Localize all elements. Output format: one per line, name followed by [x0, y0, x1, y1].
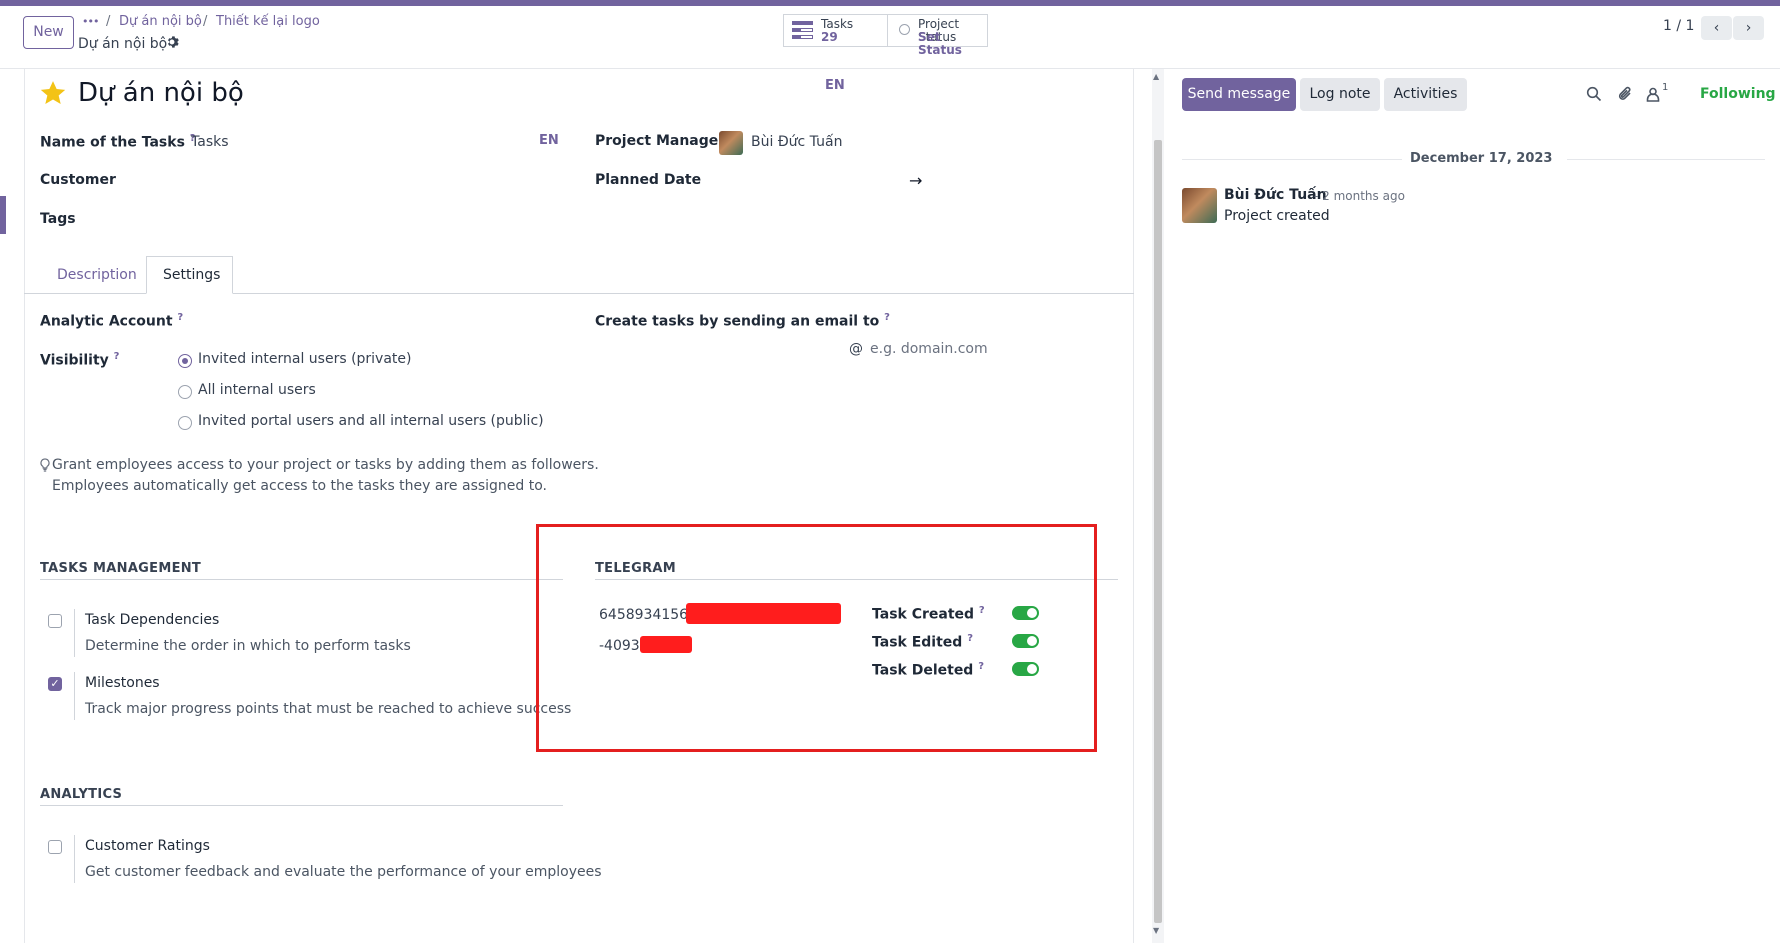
- gear-icon[interactable]: [165, 35, 179, 53]
- name-of-tasks-label: Name of the Tasks ?: [40, 133, 196, 151]
- breadcrumb-separator: /: [203, 14, 208, 29]
- visibility-hint-line1: Grant employees access to your project o…: [52, 457, 599, 473]
- section-divider: [40, 579, 563, 580]
- date-separator-line: [1567, 159, 1765, 160]
- followers-user-icon[interactable]: [1646, 87, 1660, 106]
- visibility-option-label[interactable]: All internal users: [198, 382, 316, 398]
- breadcrumb-item-project[interactable]: Dự án nội bộ: [119, 14, 202, 29]
- name-of-tasks-field[interactable]: Tasks: [191, 134, 229, 150]
- tasks-management-heading: TASKS MANAGEMENT: [40, 561, 202, 576]
- section-divider: [40, 805, 563, 806]
- following-button[interactable]: Following: [1700, 86, 1776, 102]
- task-dependencies-checkbox[interactable]: [48, 614, 62, 628]
- visibility-radio-private[interactable]: [178, 354, 192, 368]
- status-circle-icon: [899, 24, 910, 35]
- avatar[interactable]: [1182, 188, 1217, 223]
- send-message-button[interactable]: Send message: [1182, 78, 1296, 111]
- date-separator-line: [1182, 159, 1402, 160]
- tasks-icon: [792, 20, 814, 44]
- followers-count: 1: [1662, 82, 1669, 93]
- analytics-heading: ANALYTICS: [40, 787, 123, 802]
- setting-left-border: [74, 835, 75, 883]
- chevron-left-icon: ‹: [1713, 20, 1720, 36]
- top-brand-bar: [0, 0, 1780, 6]
- setting-left-border: [74, 609, 75, 657]
- message-author[interactable]: Bùi Đức Tuấn: [1224, 187, 1327, 203]
- date-separator: December 17, 2023: [1410, 151, 1553, 166]
- tab-description[interactable]: Description: [57, 267, 137, 283]
- breadcrumb-item-task[interactable]: Thiết kế lại logo: [216, 14, 320, 29]
- setting-left-border: [74, 672, 75, 720]
- title-language-button[interactable]: EN: [825, 78, 845, 93]
- project-status-smart-button[interactable]: Project Status Set Status: [888, 15, 988, 57]
- customer-ratings-checkbox[interactable]: [48, 840, 62, 854]
- project-manager-field[interactable]: Bùi Đức Tuấn: [751, 134, 842, 150]
- search-icon[interactable]: [1586, 86, 1602, 106]
- task-dependencies-title: Task Dependencies: [85, 612, 220, 628]
- pager-value[interactable]: 1 / 1: [1663, 18, 1694, 34]
- highlight-annotation-box: [536, 524, 1097, 752]
- breadcrumb-separator: /: [106, 14, 111, 29]
- scroll-down-icon[interactable]: ▼: [1153, 926, 1159, 935]
- planned-date-label: Planned Date: [595, 172, 702, 188]
- name-of-tasks-language-button[interactable]: EN: [539, 133, 559, 148]
- scroll-up-icon[interactable]: ▲: [1153, 72, 1159, 81]
- project-status-value: Set Status: [918, 30, 962, 57]
- smart-button-group: Tasks 29 Project Status Set Status: [783, 14, 988, 57]
- task-dependencies-desc: Determine the order in which to perform …: [85, 638, 411, 654]
- activities-button[interactable]: Activities: [1384, 78, 1467, 111]
- breadcrumb-ellipsis[interactable]: •••: [82, 15, 99, 28]
- visibility-option-label[interactable]: Invited internal users (private): [198, 351, 412, 367]
- log-note-button[interactable]: Log note: [1300, 78, 1380, 111]
- scrollbar-thumb[interactable]: [1154, 140, 1162, 923]
- date-range-arrow-icon: →: [909, 171, 923, 190]
- customer-ratings-desc: Get customer feedback and evaluate the p…: [85, 864, 602, 880]
- project-manager-label: Project Manager: [595, 133, 726, 149]
- message-time: - 2 months ago: [1314, 189, 1405, 203]
- tasks-smart-button[interactable]: Tasks 29: [784, 15, 888, 46]
- visibility-option-label[interactable]: Invited portal users and all internal us…: [198, 413, 544, 429]
- email-alias-domain-input[interactable]: e.g. domain.com: [870, 341, 988, 357]
- left-edge-accent: [0, 196, 6, 234]
- favorite-star-icon[interactable]: [39, 80, 67, 110]
- new-button[interactable]: New: [23, 16, 74, 49]
- milestones-title: Milestones: [85, 675, 160, 691]
- analytic-account-label: Analytic Account ?: [40, 312, 184, 330]
- lightbulb-icon: [40, 458, 50, 476]
- milestones-checkbox[interactable]: ✓: [48, 677, 62, 691]
- customer-ratings-title: Customer Ratings: [85, 838, 210, 854]
- project-title[interactable]: Dự án nội bộ: [78, 78, 244, 108]
- create-tasks-email-label: Create tasks by sending an email to ?: [595, 312, 890, 330]
- form-sheet: [24, 69, 1134, 943]
- visibility-hint-line2: Employees automatically get access to th…: [52, 478, 548, 494]
- visibility-radio-internal[interactable]: [178, 385, 192, 399]
- pager-prev-button[interactable]: ‹: [1701, 16, 1732, 40]
- pager-next-button[interactable]: ›: [1733, 16, 1764, 40]
- current-record-name: Dự án nội bộ: [78, 36, 168, 52]
- visibility-label: Visibility ?: [40, 351, 120, 369]
- avatar: [719, 131, 743, 155]
- chevron-right-icon: ›: [1745, 20, 1752, 36]
- paperclip-icon[interactable]: [1618, 85, 1634, 107]
- tasks-smart-count: 29: [821, 30, 838, 44]
- email-at-icon: @: [849, 341, 863, 357]
- milestones-desc: Track major progress points that must be…: [85, 701, 572, 717]
- customer-label: Customer: [40, 172, 116, 188]
- visibility-radio-public[interactable]: [178, 416, 192, 430]
- message-body: Project created: [1224, 208, 1330, 224]
- tab-settings-label: Settings: [163, 267, 221, 283]
- tags-label: Tags: [40, 211, 76, 227]
